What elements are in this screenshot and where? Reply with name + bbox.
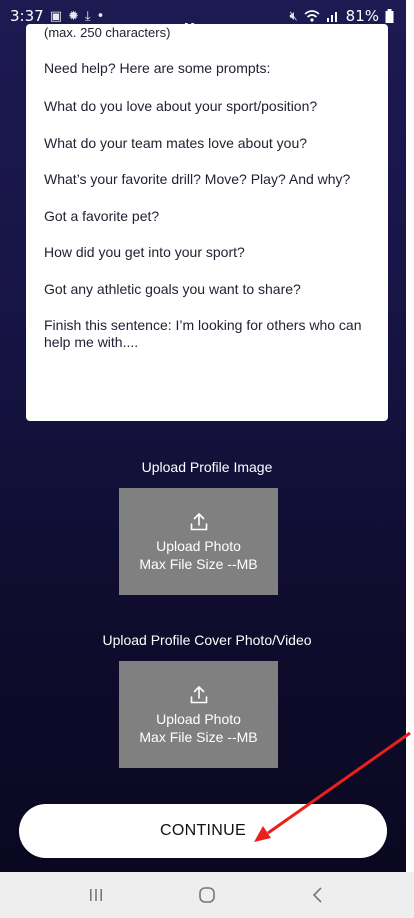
status-right: 🔇︎ 81% [289, 7, 394, 25]
more-notifications-icon: • [96, 8, 105, 24]
battery-icon [385, 9, 394, 23]
battery-percent: 81% [345, 7, 379, 25]
continue-button[interactable]: CONTINUE [19, 804, 387, 858]
screen-title: You [184, 22, 212, 37]
upload-icon [190, 685, 207, 703]
max-file-size-text: Max File Size --MB [139, 728, 258, 745]
status-left: 3:37 ▣ ✹ ⤓ • [10, 7, 104, 25]
home-button[interactable] [187, 880, 227, 910]
recent-apps-icon [89, 889, 102, 901]
recent-apps-button[interactable] [76, 880, 116, 910]
upload-photo-text: Upload Photo [156, 710, 241, 727]
help-heading: Need help? Here are some prompts: [44, 60, 271, 76]
signal-icon [326, 12, 337, 22]
scrollbar[interactable] [406, 0, 414, 872]
brightness-notification-icon: ✹ [67, 8, 79, 24]
bio-prompts-card[interactable]: (max. 250 characters) Need help? Here ar… [26, 24, 388, 421]
profile-image-label: Upload Profile Image [141, 459, 273, 475]
wifi-icon [304, 10, 320, 22]
prompt-item: How did you get into your sport? [44, 244, 245, 260]
prompt-list: What do you love about your sport/positi… [44, 98, 374, 354]
status-time: 3:37 [10, 7, 44, 25]
upload-profile-image-button[interactable]: Upload Photo Max File Size --MB [119, 488, 278, 595]
prompt-item: What do you love about your sport/positi… [44, 98, 318, 114]
mute-icon: 🔇︎ [289, 8, 298, 24]
prompt-item: Got any athletic goals you want to share… [44, 280, 301, 297]
prompt-item: What do your team mates love about you? [44, 134, 308, 151]
prompt-item: Finish this sentence: I’m looking for ot… [44, 317, 362, 350]
prompt-item: Got a favorite pet? [44, 207, 160, 224]
system-nav-bar [0, 872, 414, 918]
continue-label: CONTINUE [160, 822, 246, 839]
back-icon [313, 887, 322, 903]
upload-photo-text: Upload Photo [156, 537, 241, 554]
max-file-size-text: Max File Size --MB [139, 555, 258, 572]
download-notification-icon: ⤓ [84, 8, 91, 24]
cover-photo-label: Upload Profile Cover Photo/Video [102, 632, 312, 648]
upload-cover-photo-button[interactable]: Upload Photo Max File Size --MB [119, 661, 278, 768]
upload-icon [190, 512, 207, 530]
back-button[interactable] [298, 880, 338, 910]
home-icon [199, 887, 215, 903]
prompt-item: What’s your favorite drill? Move? Play? … [44, 171, 351, 187]
gallery-notification-icon: ▣ [49, 8, 62, 24]
